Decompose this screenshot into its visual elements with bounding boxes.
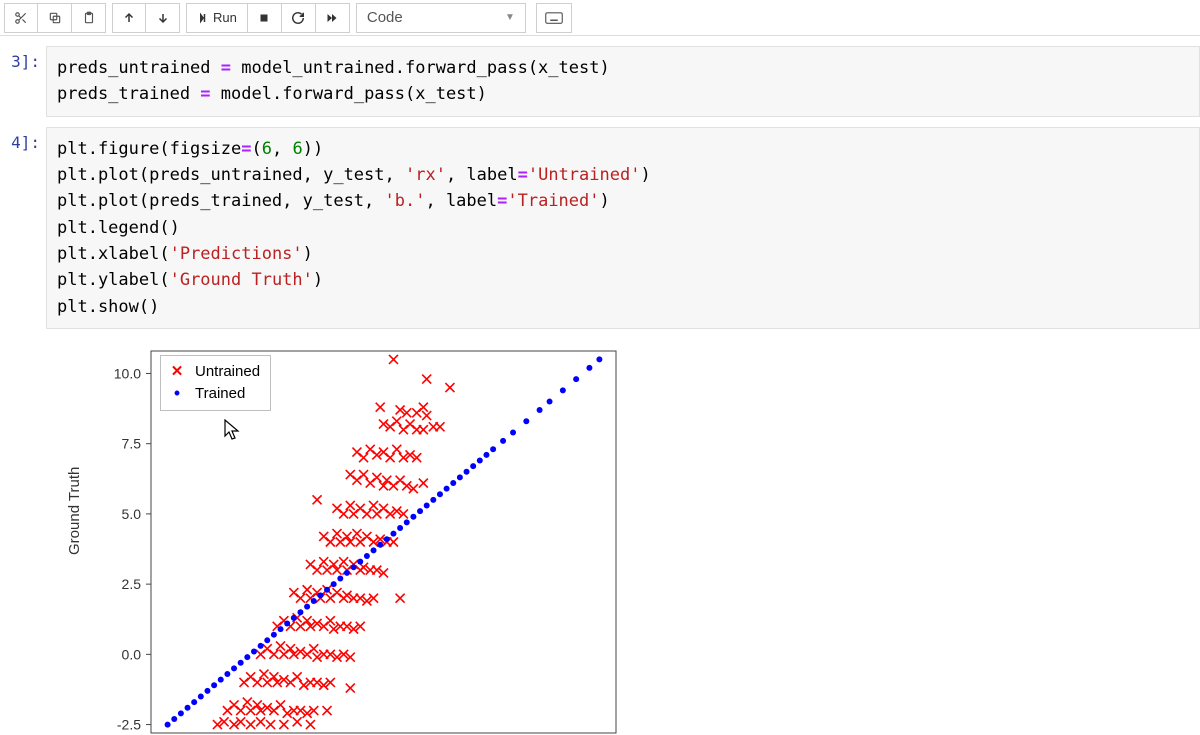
run-icon (197, 12, 209, 24)
restart-run-all-button[interactable] (316, 3, 350, 33)
code-input[interactable]: preds_untrained = model_untrained.forwar… (46, 46, 1200, 117)
code-cell: 4]: plt.figure(figsize=(6, 6)) plt.plot(… (0, 127, 1200, 329)
move-down-button[interactable] (146, 3, 180, 33)
cell-type-value: Code (367, 9, 403, 26)
restart-icon (291, 11, 305, 25)
svg-text:10.0: 10.0 (114, 366, 141, 382)
arrow-up-icon (123, 11, 135, 25)
restart-button[interactable] (282, 3, 316, 33)
cell-type-select[interactable]: Code ▼ (356, 3, 526, 33)
fast-forward-icon (325, 12, 339, 24)
copy-button[interactable] (38, 3, 72, 33)
notebook-toolbar: Run Code ▼ (0, 0, 1200, 36)
cell-prompt: 4]: (0, 127, 46, 152)
notebook-body: 3]: preds_untrained = model_untrained.fo… (0, 36, 1200, 735)
plot-legend: ✕ Untrained • Trained (160, 355, 271, 411)
legend-label: Trained (195, 385, 245, 402)
svg-text:-2.5: -2.5 (117, 717, 141, 733)
keyboard-icon (545, 12, 563, 24)
copy-icon (48, 11, 62, 25)
paste-icon (82, 11, 96, 25)
matplotlib-figure: -2.5 0.0 2.5 5.0 7.5 10.0 ✕ Untrained • Train… (56, 345, 656, 735)
paste-button[interactable] (72, 3, 106, 33)
move-up-button[interactable] (112, 3, 146, 33)
legend-marker-x-icon: ✕ (169, 362, 185, 380)
svg-text:7.5: 7.5 (122, 436, 142, 452)
scatter-plot: -2.5 0.0 2.5 5.0 7.5 10.0 (56, 345, 656, 735)
cut-button[interactable] (4, 3, 38, 33)
svg-text:2.5: 2.5 (122, 576, 142, 592)
legend-label: Untrained (195, 363, 260, 380)
run-button[interactable]: Run (186, 3, 248, 33)
scissors-icon (14, 11, 28, 25)
caret-down-icon: ▼ (505, 12, 515, 23)
cell-prompt: 3]: (0, 46, 46, 71)
run-label: Run (213, 10, 237, 25)
command-palette-button[interactable] (536, 3, 572, 33)
svg-text:0.0: 0.0 (122, 646, 142, 662)
code-input[interactable]: plt.figure(figsize=(6, 6)) plt.plot(pred… (46, 127, 1200, 329)
code-cell: 3]: preds_untrained = model_untrained.fo… (0, 46, 1200, 117)
interrupt-button[interactable] (248, 3, 282, 33)
stop-icon (258, 12, 270, 24)
cell-output: -2.5 0.0 2.5 5.0 7.5 10.0 ✕ Untrained • Train… (46, 339, 1200, 735)
arrow-down-icon (157, 11, 169, 25)
svg-text:5.0: 5.0 (122, 506, 142, 522)
plot-ylabel: Ground Truth (66, 467, 83, 555)
